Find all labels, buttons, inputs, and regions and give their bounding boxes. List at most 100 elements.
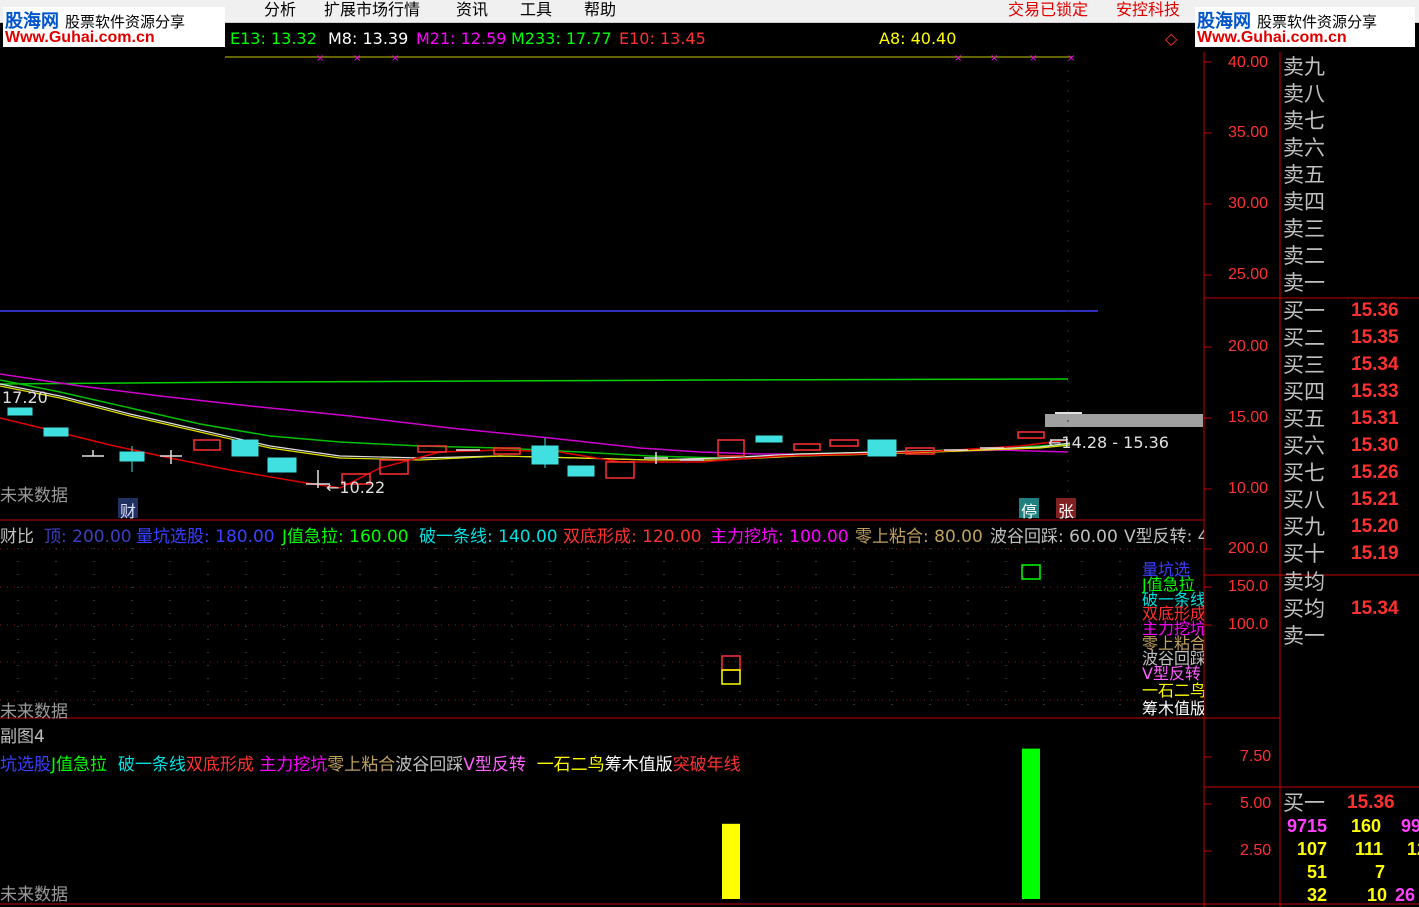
sub2-axis-7-50: 7.50 (1240, 748, 1272, 765)
sub2-legend-item: 主力挖坑 (259, 755, 328, 775)
signal-bar-yellow (722, 823, 740, 899)
sell-level-label: 卖九 (1283, 55, 1325, 79)
sell-level-label: 卖一 (1283, 271, 1325, 295)
buy-level-label[interactable]: 买三 (1283, 352, 1325, 379)
buy-level-price[interactable]: 15.33 (1351, 381, 1399, 403)
volume-cell: 160 (1351, 816, 1382, 836)
sub1-legend-j-surge: J值急拉: 160.00 (282, 527, 409, 547)
sell-level-label: 卖七 (1283, 109, 1325, 133)
buy-average-label: 买均 (1283, 597, 1325, 621)
sub2-legend-item: 筹木值版 (604, 755, 673, 775)
price-axis-15: 15.00 (1228, 409, 1269, 426)
bottom-buy-one-price: 15.36 (1347, 792, 1395, 813)
low-price-label: ←10.22 (326, 478, 386, 497)
sub2-axis-5-00: 5.00 (1240, 795, 1272, 812)
high-price-label: 17.20 (2, 388, 48, 407)
sub1-legend-v-reversal: V型反转: 4 (1124, 527, 1204, 547)
buy-level-label[interactable]: 买九 (1283, 514, 1325, 541)
sub2-legend-item: 波谷回踩 (395, 755, 464, 775)
sub2-title: 副图4 (0, 727, 45, 747)
buy-level-price[interactable]: 15.35 (1351, 327, 1399, 349)
price-range-label: ←14.28 - 15.36 (1048, 433, 1169, 452)
buy-level-label[interactable]: 买八 (1283, 487, 1325, 514)
bottom-buy-one-label: 买一 (1283, 791, 1325, 815)
sub2-legend-item: 坑选股 (0, 755, 51, 775)
buy-level-price[interactable]: 15.21 (1351, 489, 1399, 511)
buy-level-label[interactable]: 买二 (1283, 325, 1325, 352)
volume-cell: 51 (1307, 862, 1328, 882)
sub2-legend-item: 双底形成 (185, 755, 254, 775)
sell-average-label: 卖均 (1283, 570, 1325, 594)
buy-average-price: 15.34 (1351, 598, 1399, 619)
buy-level-label[interactable]: 买四 (1283, 379, 1325, 406)
sub1-legend-main-dig: 主力挖坑: 100.00 (710, 527, 849, 547)
sub1-axis-200: 200.0 (1228, 540, 1269, 557)
buy-level-label[interactable]: 买一 (1283, 298, 1325, 325)
sell-level-label: 卖四 (1283, 190, 1325, 214)
sub2-legend: 坑选股J值急拉 破一条线双底形成 主力挖坑零上粘合波谷回踩V型反转 一石二鸟筹木… (0, 750, 741, 775)
svg-text:×: × (353, 53, 361, 64)
sub1-legend-break-line: 破一条线: 140.00 (419, 527, 558, 547)
buy-level-price[interactable]: 15.34 (1351, 354, 1399, 376)
volume-cell: 26 (1395, 885, 1416, 905)
sell-level-label: 卖六 (1283, 136, 1325, 160)
volume-cell: 9715 (1287, 816, 1328, 836)
buy-level-price[interactable]: 15.36 (1351, 300, 1399, 322)
svg-text:×: × (316, 53, 324, 64)
price-axis-10: 10.00 (1228, 480, 1269, 497)
svg-text:×: × (990, 53, 998, 64)
svg-text:×: × (954, 53, 962, 64)
sub1-legend-double-bottom: 双底形成: 120.00 (563, 527, 702, 547)
volume-cell: 7 (1375, 862, 1386, 882)
price-axis-25: 25.00 (1228, 266, 1269, 283)
sell-level-label: 卖二 (1283, 244, 1325, 268)
buy-orders: 买一 15.36 买二 15.35 买三 15.34 买四 15.33 买五 1… (1283, 298, 1419, 572)
buy-level-label[interactable]: 买五 (1283, 406, 1325, 433)
sub1-legend-volume-pit: 量坑选股: 180.00 (136, 527, 275, 547)
sub1-legend-top: 顶: 200.00 (44, 527, 132, 547)
buy-level-label[interactable]: 买六 (1283, 433, 1325, 460)
volume-cell: 12 (1407, 839, 1419, 859)
sub1-axis-100: 100.0 (1228, 616, 1269, 633)
svg-text:×: × (391, 53, 399, 64)
price-axis-30: 30.00 (1228, 195, 1269, 212)
volume-cell: 111 (1355, 839, 1384, 859)
buy-level-price[interactable]: 15.31 (1351, 408, 1399, 430)
buy-level-label[interactable]: 买十 (1283, 541, 1325, 568)
sub1-axis-150: 150.0 (1228, 578, 1269, 595)
buy-level-price[interactable]: 15.20 (1351, 516, 1399, 538)
sub2-legend-item: 零上粘合 (327, 755, 396, 775)
sub1-legend-valley: 波谷回踩: 60.00 (990, 527, 1118, 547)
volume-cell: 32 (1307, 885, 1328, 905)
price-axis-40: 40.00 (1228, 54, 1269, 71)
sub2-legend-item: V型反转 (463, 755, 526, 775)
suspend-marker[interactable]: 停 (1019, 498, 1039, 521)
limit-up-marker[interactable]: 张 (1056, 498, 1076, 521)
buy-level-price[interactable]: 15.19 (1351, 543, 1399, 565)
sub1-title: 财比 (0, 527, 34, 547)
sell-orders: 卖九 卖八 卖七 卖六 卖五 卖四 卖三 卖二 卖一 (1283, 54, 1419, 298)
sell-one-label: 卖一 (1283, 624, 1325, 648)
sell-level-label: 卖三 (1283, 217, 1325, 241)
volume-cell: 10 (1367, 885, 1388, 905)
svg-text:×: × (1029, 53, 1037, 64)
sub1-future-data-label: 未来数据 (0, 702, 68, 722)
sub1-legend-zero-stick: 零上粘合: 80.00 (855, 527, 983, 547)
sub2-axis-2-50: 2.50 (1240, 842, 1272, 859)
sub2-legend-item: 破一条线 (117, 755, 186, 775)
sub2-legend-item: 一石二鸟 (536, 755, 605, 775)
sub2-future-data-label: 未来数据 (0, 885, 68, 905)
sub2-legend-item: 突破年线 (672, 755, 741, 775)
price-axis-35: 35.00 (1228, 124, 1269, 141)
volume-cell: 107 (1297, 839, 1328, 859)
signal-label: 筹木值版 (1142, 699, 1204, 716)
buy-level-price[interactable]: 15.30 (1351, 435, 1399, 457)
buy-level-label[interactable]: 买七 (1283, 460, 1325, 487)
future-data-label: 未来数据 (0, 486, 68, 506)
price-axis-20: 20.00 (1228, 338, 1269, 355)
svg-text:×: × (1067, 53, 1075, 64)
buy-level-price[interactable]: 15.26 (1351, 462, 1399, 484)
sub2-legend-item: J值急拉 (51, 755, 108, 775)
sell-level-label: 卖八 (1283, 82, 1325, 106)
finance-marker[interactable]: 财 (118, 498, 138, 521)
